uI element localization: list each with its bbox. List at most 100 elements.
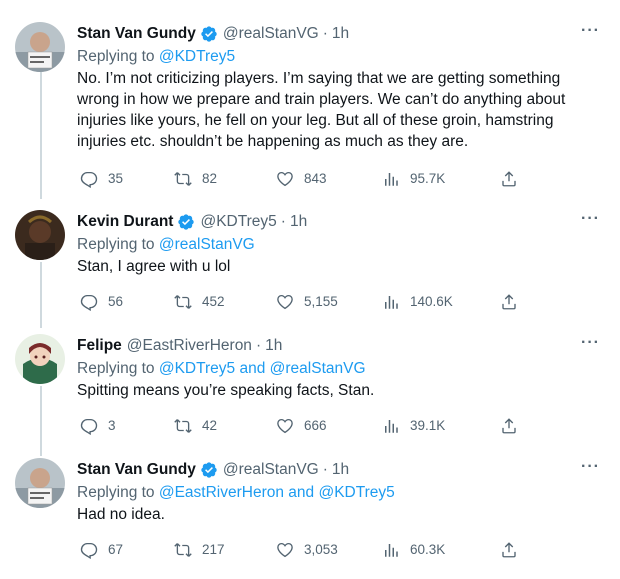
retweet-icon [174, 170, 192, 188]
separator: · [322, 461, 328, 478]
replying-to-label: Replying to [77, 360, 159, 377]
like-button[interactable]: 843 [276, 170, 327, 188]
timestamp[interactable]: 1h [332, 25, 349, 43]
reply-button[interactable]: 35 [80, 170, 123, 188]
reply-button[interactable]: 56 [80, 293, 123, 311]
avatar[interactable] [15, 458, 65, 508]
share-icon [500, 170, 518, 188]
tweet-text: Stan, I agree with u lol [77, 258, 231, 275]
views-button[interactable]: 95.7K [382, 170, 445, 188]
display-name[interactable]: Felipe [77, 337, 122, 355]
action-bar: 3 42 666 39.1K [80, 417, 530, 437]
display-name[interactable]: Kevin Durant [77, 213, 173, 231]
avatar[interactable] [15, 22, 65, 72]
timestamp[interactable]: 1h [265, 337, 282, 355]
heart-icon [276, 293, 294, 311]
handle[interactable]: @realStanVG [223, 461, 319, 479]
reply-count: 35 [108, 171, 124, 186]
views-button[interactable]: 60.3K [382, 541, 445, 559]
retweet-icon [174, 417, 192, 435]
views-icon [382, 170, 400, 188]
like-count: 666 [304, 418, 327, 433]
retweet-button[interactable]: 452 [174, 293, 225, 311]
handle[interactable]: @realStanVG [223, 25, 319, 43]
verified-badge-icon [200, 25, 218, 43]
reply-button[interactable]: 67 [80, 541, 123, 559]
display-name[interactable]: Stan Van Gundy [77, 461, 196, 479]
reply-icon [80, 170, 98, 188]
replying-to: Replying to @KDTrey5 and @realStanVG [77, 358, 600, 380]
tweet[interactable]: Stan Van Gundy @realStanVG · 1h ··· Repl… [0, 22, 620, 192]
share-icon [500, 293, 518, 311]
timestamp[interactable]: 1h [332, 461, 349, 479]
share-button[interactable] [500, 417, 528, 435]
reply-mentions[interactable]: @EastRiverHeron and @KDTrey5 [159, 484, 395, 501]
more-options-icon[interactable]: ··· [581, 458, 600, 476]
avatar[interactable] [15, 334, 65, 384]
heart-icon [276, 541, 294, 559]
reply-mentions[interactable]: @realStanVG [159, 236, 255, 253]
more-options-icon[interactable]: ··· [581, 210, 600, 228]
reply-button[interactable]: 3 [80, 417, 116, 435]
reply-icon [80, 293, 98, 311]
reply-mentions[interactable]: @KDTrey5 [159, 48, 235, 65]
action-bar: 67 217 3,053 60.3K [80, 541, 530, 561]
replying-to: Replying to @KDTrey5 [77, 46, 600, 68]
view-count: 39.1K [410, 418, 446, 433]
tweet[interactable]: Kevin Durant @KDTrey5 · 1h ··· Replying … [0, 210, 620, 320]
share-button[interactable] [500, 293, 528, 311]
tweet[interactable]: Felipe @EastRiverHeron · 1h ··· Replying… [0, 334, 620, 444]
verified-badge-icon [177, 213, 195, 231]
handle[interactable]: @KDTrey5 [200, 213, 276, 231]
like-button[interactable]: 666 [276, 417, 327, 435]
tweet-text: Had no idea. [77, 506, 165, 523]
views-icon [382, 417, 400, 435]
share-icon [500, 417, 518, 435]
action-bar: 56 452 5,155 140.6K [80, 293, 530, 313]
like-count: 5,155 [304, 294, 338, 309]
retweet-button[interactable]: 217 [174, 541, 225, 559]
action-bar: 35 82 843 95.7K [80, 170, 530, 190]
reply-mentions[interactable]: @KDTrey5 and @realStanVG [159, 360, 366, 377]
reply-count: 3 [108, 418, 116, 433]
retweet-count: 82 [202, 171, 218, 186]
avatar[interactable] [15, 210, 65, 260]
replying-to: Replying to @EastRiverHeron and @KDTrey5 [77, 482, 600, 504]
timestamp[interactable]: 1h [290, 213, 307, 231]
like-count: 3,053 [304, 542, 338, 557]
tweet-text: Spitting means you’re speaking facts, St… [77, 382, 375, 399]
reply-count: 67 [108, 542, 124, 557]
retweet-button[interactable]: 82 [174, 170, 217, 188]
more-options-icon[interactable]: ··· [581, 22, 600, 40]
retweet-count: 452 [202, 294, 225, 309]
display-name[interactable]: Stan Van Gundy [77, 25, 196, 43]
share-button[interactable] [500, 541, 528, 559]
view-count: 95.7K [410, 171, 446, 186]
separator: · [322, 25, 328, 42]
reply-count: 56 [108, 294, 124, 309]
share-button[interactable] [500, 170, 528, 188]
heart-icon [276, 170, 294, 188]
retweet-count: 42 [202, 418, 218, 433]
views-icon [382, 541, 400, 559]
replying-to-label: Replying to [77, 236, 159, 253]
heart-icon [276, 417, 294, 435]
like-button[interactable]: 3,053 [276, 541, 338, 559]
retweet-icon [174, 541, 192, 559]
replying-to-label: Replying to [77, 48, 159, 65]
handle[interactable]: @EastRiverHeron [127, 337, 252, 355]
reply-icon [80, 417, 98, 435]
like-button[interactable]: 5,155 [276, 293, 338, 311]
views-button[interactable]: 140.6K [382, 293, 453, 311]
retweet-icon [174, 293, 192, 311]
reply-icon [80, 541, 98, 559]
replying-to-label: Replying to [77, 484, 159, 501]
more-options-icon[interactable]: ··· [581, 334, 600, 352]
views-button[interactable]: 39.1K [382, 417, 445, 435]
replying-to: Replying to @realStanVG [77, 234, 600, 256]
tweet[interactable]: Stan Van Gundy @realStanVG · 1h ··· Repl… [0, 458, 620, 568]
retweet-count: 217 [202, 542, 225, 557]
views-icon [382, 293, 400, 311]
share-icon [500, 541, 518, 559]
retweet-button[interactable]: 42 [174, 417, 217, 435]
